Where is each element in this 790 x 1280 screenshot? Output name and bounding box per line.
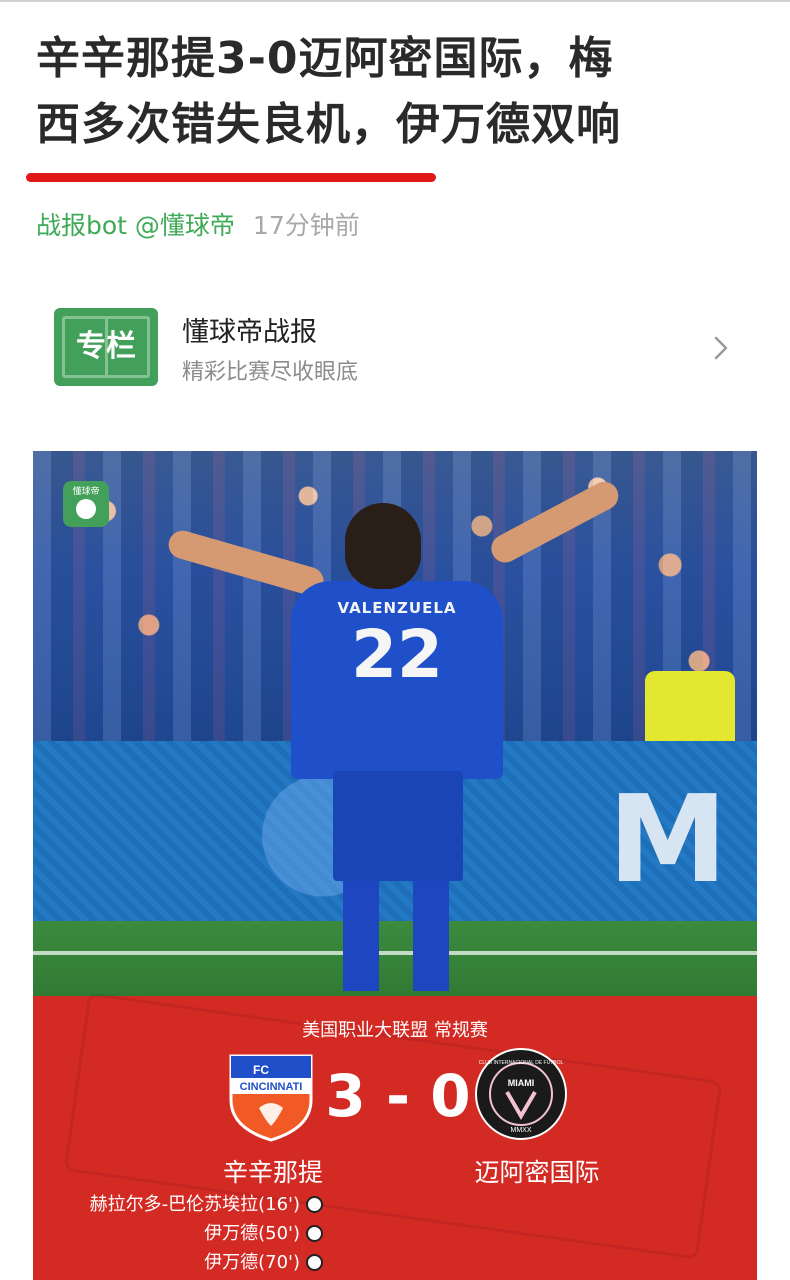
author-link[interactable]: 战报bot @懂球帝 [36, 211, 235, 240]
title-line-2: 西多次错失良机，伊万德双响 [36, 99, 621, 150]
column-card[interactable]: 专栏 懂球帝战报 精彩比赛尽收眼底 [54, 308, 744, 388]
scorer-item: 伊万德(50') [33, 1219, 323, 1248]
scorer-text: 赫拉尔多-巴伦苏埃拉(16') [89, 1194, 300, 1215]
steward-vest [645, 671, 735, 746]
article-title: 辛辛那提3-0迈阿密国际，梅 西多次错失良机，伊万德双响 [36, 26, 766, 158]
column-name: 懂球帝战报 [182, 317, 317, 348]
goal-scorers-list: 赫拉尔多-巴伦苏埃拉(16') 伊万德(50') 伊万德(70') [33, 1190, 323, 1277]
score-panel: 美国职业大联盟 常规赛 FC CINCINNATI 3 - 0 CLUB INT… [33, 992, 757, 1280]
title-line-1: 辛辛那提3-0迈阿密国际，梅 [36, 33, 614, 84]
jersey-name: VALENZUELA [337, 599, 457, 617]
player-shorts [333, 771, 463, 881]
soccer-ball-icon [76, 499, 96, 519]
title-highlight-underline [26, 173, 436, 182]
soccer-ball-icon [306, 1254, 323, 1271]
article-image[interactable]: M VALENZUELA 22 懂球帝 美国职业大联盟 常规赛 FC CINCI… [33, 451, 757, 1280]
inter-miami-crest-icon: CLUB INTERNACIONAL DE FUTBOL MIAMI MMXX [475, 1048, 567, 1140]
competition-label: 美国职业大联盟 常规赛 [302, 1020, 488, 1041]
scorer-item: 赫拉尔多-巴伦苏埃拉(16') [33, 1190, 323, 1219]
scorer-text: 伊万德(50') [204, 1223, 300, 1244]
player-head [345, 503, 421, 589]
scorer-item: 伊万德(70') [33, 1248, 323, 1277]
fc-cincinnati-crest-icon: FC CINCINNATI [229, 1054, 313, 1142]
pitch-line [33, 951, 757, 955]
player-right-leg [413, 881, 449, 991]
pitch-grass [33, 921, 757, 1001]
publish-time: 17分钟前 [252, 211, 360, 240]
jersey-number: 22 [351, 616, 443, 693]
soccer-ball-icon [306, 1196, 323, 1213]
player-left-leg [343, 881, 379, 991]
scorer-text: 伊万德(70') [204, 1252, 300, 1273]
away-team-name: 迈阿密国际 [474, 1158, 600, 1187]
home-team-name: 辛辛那提 [222, 1158, 323, 1187]
article-meta: 战报bot @懂球帝 17分钟前 [36, 208, 360, 244]
column-logo: 专栏 [54, 308, 158, 386]
soccer-ball-icon [306, 1225, 323, 1242]
svg-text:CLUB INTERNACIONAL DE FUTBOL: CLUB INTERNACIONAL DE FUTBOL [479, 1060, 564, 1066]
match-score: 3 - 0 [325, 1062, 471, 1130]
dongqiudi-watermark-icon: 懂球帝 [63, 481, 109, 527]
watermark-label: 懂球帝 [72, 487, 100, 497]
chevron-right-icon [714, 336, 728, 360]
column-logo-text: 专栏 [76, 329, 136, 364]
svg-text:MMXX: MMXX [511, 1127, 532, 1134]
svg-text:MIAMI: MIAMI [508, 1078, 535, 1088]
board-letter: M [608, 771, 728, 910]
top-divider [0, 0, 790, 2]
svg-text:FC: FC [253, 1063, 269, 1077]
column-description: 精彩比赛尽收眼底 [182, 360, 359, 385]
svg-text:CINCINNATI: CINCINNATI [240, 1081, 303, 1093]
